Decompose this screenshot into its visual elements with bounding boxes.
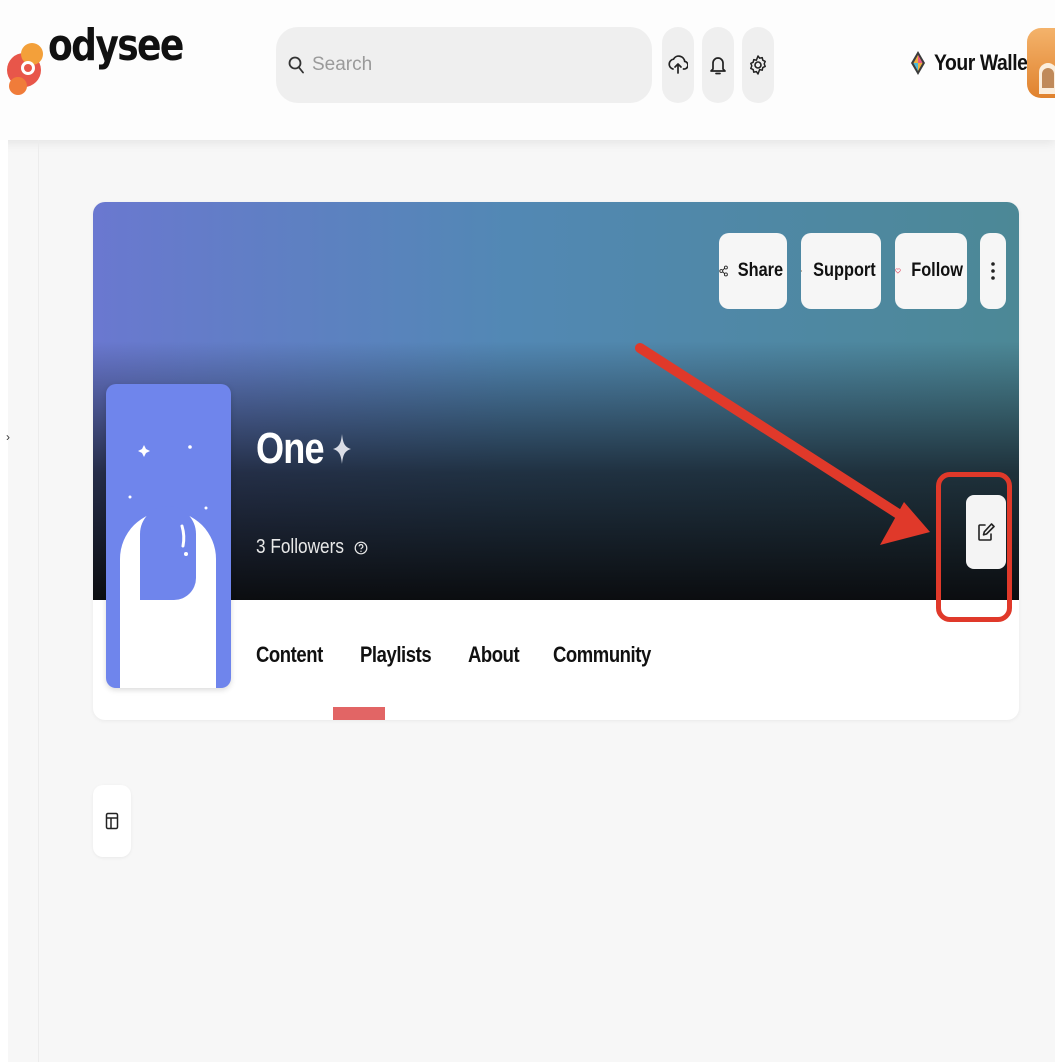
tab-content-label: Content xyxy=(256,642,323,667)
upload-icon xyxy=(668,55,688,74)
channel-name: One xyxy=(256,424,325,473)
upload-button[interactable] xyxy=(662,27,694,103)
share-label: Share xyxy=(737,260,784,281)
search-icon xyxy=(288,56,304,74)
vertical-dots-icon xyxy=(991,262,995,280)
search-bar[interactable] xyxy=(276,27,652,103)
sidebar-collapsed-icon[interactable]: › xyxy=(6,430,10,444)
tab-content[interactable]: Content xyxy=(256,642,336,668)
tab-community-label: Community xyxy=(553,642,652,667)
lbc-credits-icon xyxy=(911,51,925,75)
tab-playlists[interactable]: Playlists xyxy=(360,642,445,668)
logo-text: odysee xyxy=(48,19,184,71)
settings-button[interactable] xyxy=(742,27,774,103)
channel-tabs: Content Playlists About Community xyxy=(256,642,670,668)
layout-toggle-button[interactable] xyxy=(93,785,131,857)
astronaut-avatar-image xyxy=(120,445,216,688)
bell-icon xyxy=(710,57,726,75)
tab-playlists-label: Playlists xyxy=(359,642,432,667)
tab-community[interactable]: Community xyxy=(553,642,670,668)
channel-header-card: Share Support Follow One 3 Followers Con… xyxy=(93,202,1019,720)
follow-button[interactable]: Follow xyxy=(895,233,967,309)
sidebar-divider xyxy=(38,140,39,1062)
user-avatar[interactable] xyxy=(1027,28,1055,98)
sidebar-edge xyxy=(0,140,8,1062)
share-icon xyxy=(719,265,728,277)
layout-icon xyxy=(105,812,119,830)
tab-about[interactable]: About xyxy=(468,642,529,668)
tab-about-label: About xyxy=(468,642,520,667)
more-options-button[interactable] xyxy=(980,233,1006,309)
share-button[interactable]: Share xyxy=(719,233,787,309)
search-input[interactable] xyxy=(310,53,614,77)
avatar-image xyxy=(1039,63,1055,94)
active-tab-indicator xyxy=(333,707,385,720)
lbc-credits-icon xyxy=(801,270,803,272)
support-label: Support xyxy=(813,260,876,281)
channel-thumbnail[interactable] xyxy=(106,384,231,688)
heart-icon xyxy=(895,268,901,274)
sparkle-icon xyxy=(332,434,351,464)
help-icon[interactable] xyxy=(354,541,368,555)
support-button[interactable]: Support xyxy=(801,233,881,309)
odysee-logo[interactable]: odysee xyxy=(6,20,212,108)
follow-label: Follow xyxy=(911,260,963,281)
followers-count: 3 Followers xyxy=(256,536,368,559)
channel-title: One xyxy=(256,424,353,474)
wallet-label: Your Wallet xyxy=(934,50,1034,75)
gear-icon xyxy=(750,55,766,75)
odysee-logo-mark xyxy=(7,43,43,95)
notifications-button[interactable] xyxy=(702,27,734,103)
annotation-highlight-box xyxy=(936,472,1012,622)
followers-text: 3 Followers xyxy=(256,536,344,558)
top-bar: odysee Your Wallet xyxy=(0,0,1055,140)
